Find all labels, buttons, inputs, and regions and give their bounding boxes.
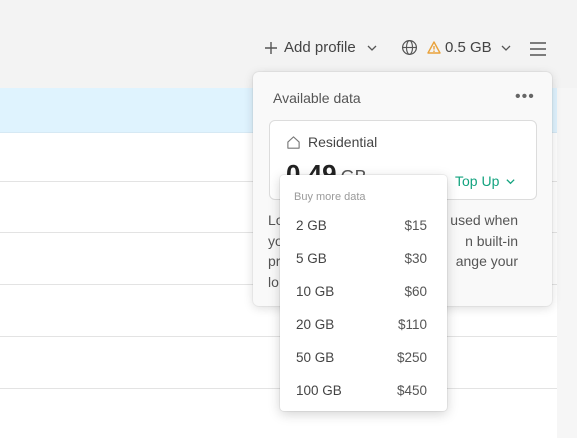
globe-icon	[401, 39, 418, 56]
option-price: $110	[397, 317, 427, 332]
option-price: $250	[396, 350, 427, 365]
option-size: 100 GB	[296, 383, 342, 398]
residential-label: Residential	[308, 134, 378, 150]
option-size: 10 GB	[296, 284, 335, 299]
data-option-20gb[interactable]: 20 GB $110	[280, 308, 447, 341]
warning-icon	[427, 41, 441, 54]
hamburger-menu-button[interactable]	[530, 42, 546, 60]
option-price: $30	[404, 251, 427, 266]
card-title: Available data	[273, 90, 361, 106]
data-option-2gb[interactable]: 2 GB $15	[280, 209, 447, 242]
option-size: 50 GB	[296, 350, 335, 365]
buy-more-data-dropdown: Buy more data 2 GB $15 5 GB $30 10 GB $6…	[280, 175, 447, 411]
add-profile-label: Add profile	[284, 39, 356, 56]
option-price: $15	[404, 218, 427, 233]
data-option-10gb[interactable]: 10 GB $60	[280, 275, 447, 308]
data-option-50gb[interactable]: 50 GB $250	[280, 341, 447, 374]
add-profile-button[interactable]: Add profile	[264, 39, 378, 56]
data-balance-button[interactable]: 0.5 GB	[401, 39, 512, 56]
option-price: $60	[404, 284, 427, 299]
desc-fragment: used when	[450, 212, 518, 228]
desc-fragment: n built-in	[465, 232, 518, 249]
chevron-down-icon	[506, 178, 515, 184]
desc-fragment: ange your	[455, 253, 518, 269]
data-option-100gb[interactable]: 100 GB $450	[280, 374, 447, 407]
desc-fragment: lo	[268, 273, 279, 290]
option-size: 2 GB	[296, 218, 327, 233]
data-option-5gb[interactable]: 5 GB $30	[280, 242, 447, 275]
chevron-down-icon	[367, 45, 377, 51]
data-amount: 0.5 GB	[445, 39, 492, 56]
scrollbar-track[interactable]	[557, 88, 577, 438]
top-actions: Add profile 0.5 GB	[0, 39, 577, 61]
option-size: 5 GB	[296, 251, 327, 266]
option-price: $450	[396, 383, 427, 398]
top-up-label: Top Up	[455, 173, 500, 189]
dropdown-heading: Buy more data	[294, 191, 366, 203]
chevron-down-icon	[501, 45, 511, 51]
menu-icon	[530, 42, 546, 56]
desc-fragment: pr	[268, 253, 281, 269]
more-options-button[interactable]: •••	[515, 88, 535, 106]
option-size: 20 GB	[296, 317, 335, 332]
plus-icon	[265, 41, 277, 54]
top-up-button[interactable]: Top Up	[455, 173, 516, 189]
table-row-divider	[0, 388, 557, 389]
home-icon	[287, 135, 300, 149]
table-row-divider	[0, 336, 557, 337]
residential-header: Residential	[286, 134, 377, 150]
